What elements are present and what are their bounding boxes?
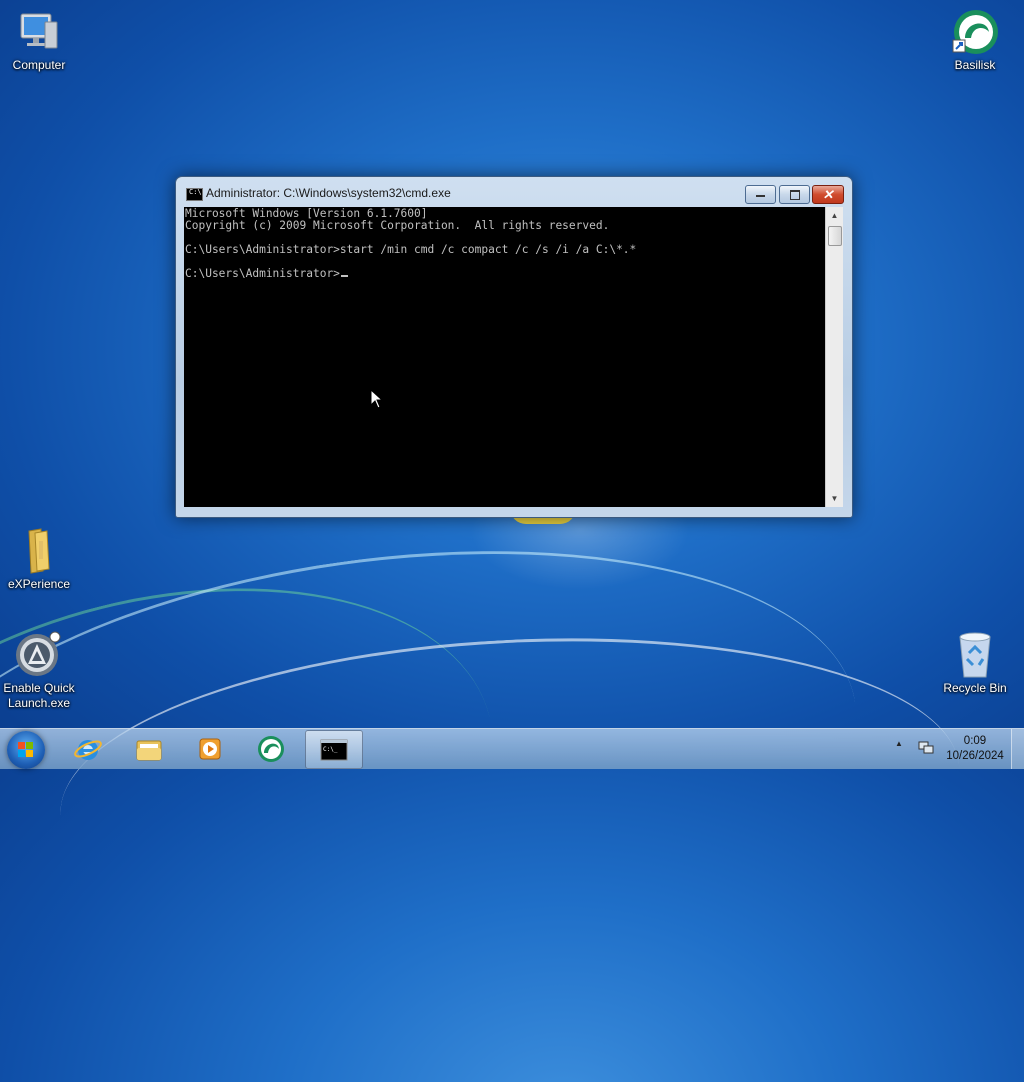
desktop-icon-enable-quick-launch[interactable]: Enable Quick Launch.exe xyxy=(0,631,81,711)
taskbar-media-player[interactable] xyxy=(182,730,238,767)
minimize-icon xyxy=(756,195,765,197)
desktop-icon-experience[interactable]: eXPerience xyxy=(0,527,81,592)
system-clock[interactable]: 0:09 10/26/2024 xyxy=(940,734,1010,764)
console-text: Microsoft Windows [Version 6.1.7600] Copy… xyxy=(184,207,825,281)
media-player-icon xyxy=(199,738,221,760)
console-line: Copyright (c) 2009 Microsoft Corporation… xyxy=(185,219,610,232)
cmd-icon-text: C:\_ xyxy=(323,746,338,753)
clock-time: 0:09 xyxy=(963,735,987,747)
folder-icon xyxy=(136,740,162,761)
desktop-icon-basilisk[interactable]: Basilisk xyxy=(933,8,1017,73)
taskbar-file-explorer[interactable] xyxy=(121,730,177,767)
desktop-icon-label: Enable Quick Launch.exe xyxy=(3,681,75,710)
window-title: Administrator: C:\Windows\system32\cmd.e… xyxy=(206,186,451,200)
desktop-icon-computer[interactable]: Computer xyxy=(0,8,81,73)
basilisk-icon xyxy=(258,736,284,762)
console-line: C:\Users\Administrator>start /min cmd /c… xyxy=(185,243,637,256)
taskbar-cmd[interactable]: C:\_ xyxy=(305,730,363,769)
cmd-icon: C:\_ xyxy=(320,739,348,761)
desktop-icon-label: eXPerience xyxy=(7,577,71,591)
wallpaper-swoosh xyxy=(0,493,885,1050)
window-titlebar[interactable]: C:\ Administrator: C:\Windows\system32\c… xyxy=(176,177,852,207)
desktop-icon-label: Computer xyxy=(12,58,66,72)
close-icon: ✕ xyxy=(822,187,834,202)
desktop-icon-recycle-bin[interactable]: Recycle Bin xyxy=(933,631,1017,696)
computer-icon xyxy=(15,8,63,56)
recycle-bin-icon xyxy=(951,631,999,679)
wallpaper-swoosh xyxy=(52,616,968,967)
application-icon xyxy=(15,631,63,679)
scroll-thumb[interactable] xyxy=(828,226,842,246)
clock-date: 10/26/2024 xyxy=(946,750,1004,762)
taskbar-basilisk[interactable] xyxy=(243,730,299,767)
close-button[interactable]: ✕ xyxy=(812,185,844,204)
scroll-down-arrow-icon[interactable]: ▼ xyxy=(826,490,843,507)
console-output[interactable]: Microsoft Windows [Version 6.1.7600] Copy… xyxy=(184,207,825,507)
text-cursor xyxy=(340,275,348,277)
desktop-icon-label: Basilisk xyxy=(954,58,996,72)
show-desktop-button[interactable] xyxy=(1011,729,1024,769)
cmd-window[interactable]: C:\ Administrator: C:\Windows\system32\c… xyxy=(175,176,853,518)
console-prompt: C:\Users\Administrator> xyxy=(185,267,340,280)
console-prompt-line: C:\Users\Administrator> xyxy=(185,268,824,280)
start-button[interactable] xyxy=(7,731,45,769)
network-icon[interactable] xyxy=(918,741,934,755)
scroll-up-arrow-icon[interactable]: ▲ xyxy=(826,207,843,224)
taskbar-internet-explorer[interactable] xyxy=(60,730,116,767)
maximize-icon xyxy=(790,190,800,200)
internet-explorer-icon xyxy=(74,740,102,760)
folder-icon xyxy=(15,527,63,575)
cmd-icon: C:\ xyxy=(186,188,203,201)
windows-logo-icon xyxy=(18,742,34,758)
vertical-scrollbar[interactable]: ▲ ▼ xyxy=(825,207,843,507)
show-hidden-icons-icon[interactable]: ▲ xyxy=(895,739,903,748)
taskbar: C:\_ ▲ 0:09 10/26/2024 xyxy=(0,728,1024,769)
minimize-button[interactable] xyxy=(745,185,776,204)
maximize-button[interactable] xyxy=(779,185,810,204)
desktop-icon-label: Recycle Bin xyxy=(943,681,1007,695)
basilisk-icon xyxy=(951,8,999,56)
mouse-pointer-icon xyxy=(370,389,384,409)
wallpaper-swoosh xyxy=(0,521,539,1082)
